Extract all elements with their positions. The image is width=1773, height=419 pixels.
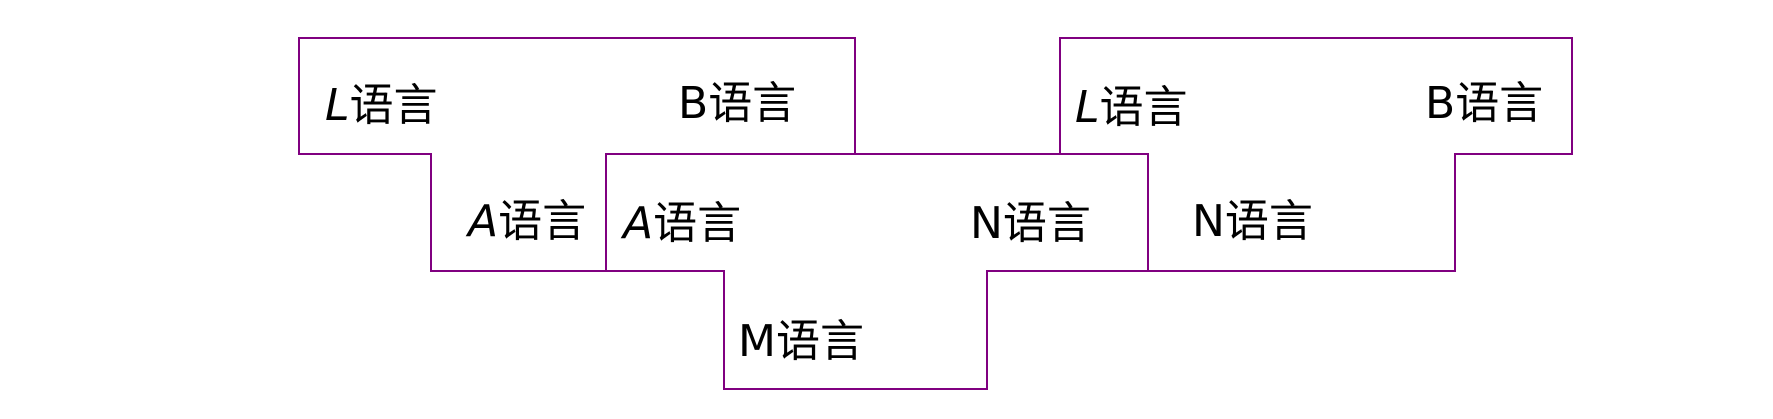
right-t-implementation-language: N语言 xyxy=(1192,196,1313,247)
right-t-source-language: L语言 xyxy=(1075,82,1188,133)
middle-t-outline xyxy=(605,153,1149,390)
left-t-source-language: L语言 xyxy=(325,80,438,131)
right-t-diagram: L语言 B语言 N语言 xyxy=(1059,37,1573,272)
left-t-target-language: B语言 xyxy=(678,78,796,129)
middle-t-implementation-language: M语言 xyxy=(738,316,864,367)
middle-t-diagram: A语言 N语言 M语言 xyxy=(605,153,1149,390)
left-t-implementation-language: A语言 xyxy=(465,196,586,247)
right-t-outline xyxy=(1059,37,1573,272)
middle-t-target-language: N语言 xyxy=(970,198,1091,249)
middle-t-source-language: A语言 xyxy=(620,198,741,249)
right-t-target-language: B语言 xyxy=(1425,78,1543,129)
t-diagram-composition: L语言 B语言 A语言 A语言 N语言 M语言 L语言 B语言 N语言 xyxy=(298,37,1573,390)
